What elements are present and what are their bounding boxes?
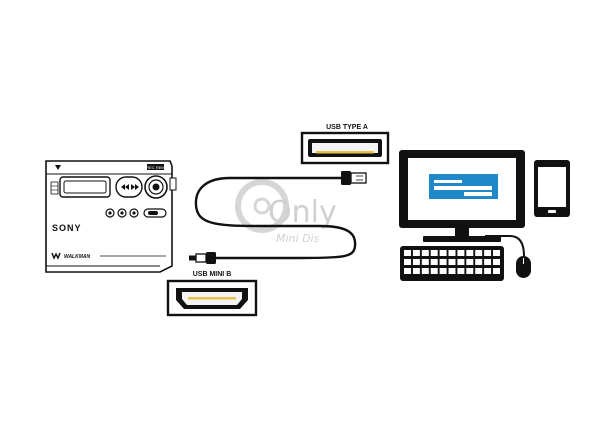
keyboard-key <box>457 259 465 265</box>
keyboard-key <box>430 259 438 265</box>
keyboard-key <box>412 259 420 265</box>
usb-a-plug-boot <box>341 171 351 185</box>
keyboard-key <box>457 250 465 256</box>
keyboard-key <box>448 250 456 256</box>
usb-mini-b-pins <box>188 297 236 300</box>
keyboard-key <box>430 250 438 256</box>
keyboard-key <box>493 250 500 256</box>
monitor-neck <box>455 228 469 236</box>
keyboard-key <box>475 268 483 274</box>
usb-mini-b-plug <box>195 253 207 263</box>
keyboard-key <box>421 268 429 274</box>
usb-mini-b-plug-boot <box>206 252 216 264</box>
keyboard-key <box>448 259 456 265</box>
watermark: Only Mini Dis <box>235 179 337 245</box>
keyboard-key <box>466 268 474 274</box>
keyboard-key <box>430 268 438 274</box>
keyboard-key <box>404 259 411 265</box>
watermark-line1: Only <box>268 195 337 230</box>
watermark-line2: Mini Dis <box>276 232 320 245</box>
keyboard-key <box>439 268 447 274</box>
keyboard-key <box>484 250 492 256</box>
keyboard-key <box>475 250 483 256</box>
keyboard-key <box>475 259 483 265</box>
keyboard-key <box>448 268 456 274</box>
side-jack <box>169 177 177 191</box>
device-top-tag: REC REM <box>146 165 164 170</box>
keyboard-key <box>421 250 429 256</box>
usb-type-a-callout: USB TYPE A <box>300 124 390 165</box>
keyboard-key <box>466 259 474 265</box>
keyboard-key <box>466 250 474 256</box>
play-dial-center-icon <box>152 183 160 191</box>
keyboard-key <box>439 250 447 256</box>
keyboard-key <box>404 250 411 256</box>
keyboard-keys <box>404 250 500 274</box>
keyboard-key <box>457 268 465 274</box>
device-sub-brand: WALKMAN <box>64 254 90 260</box>
keyboard-key <box>493 268 500 274</box>
connection-diagram: Only Mini Dis REC REM SONY WALKMAN USB T… <box>45 124 570 317</box>
usb-type-a-pins <box>316 151 374 154</box>
device-brand: SONY <box>52 223 82 233</box>
keyboard-key <box>421 259 429 265</box>
usb-a-plug <box>350 172 367 184</box>
keyboard-key <box>493 259 500 265</box>
keyboard-key <box>404 268 411 274</box>
usb-mini-b-callout: USB MINI B <box>166 271 258 317</box>
usb-mini-b-label: USB MINI B <box>193 271 232 278</box>
desktop-computer <box>399 150 570 281</box>
keyboard-key <box>484 268 492 274</box>
minidisc-walkman: REC REM SONY WALKMAN <box>45 160 177 273</box>
usb-type-a-label: USB TYPE A <box>326 124 368 131</box>
keyboard-key <box>484 259 492 265</box>
keyboard-key <box>439 259 447 265</box>
keyboard-key <box>412 268 420 274</box>
keyboard-key <box>412 250 420 256</box>
